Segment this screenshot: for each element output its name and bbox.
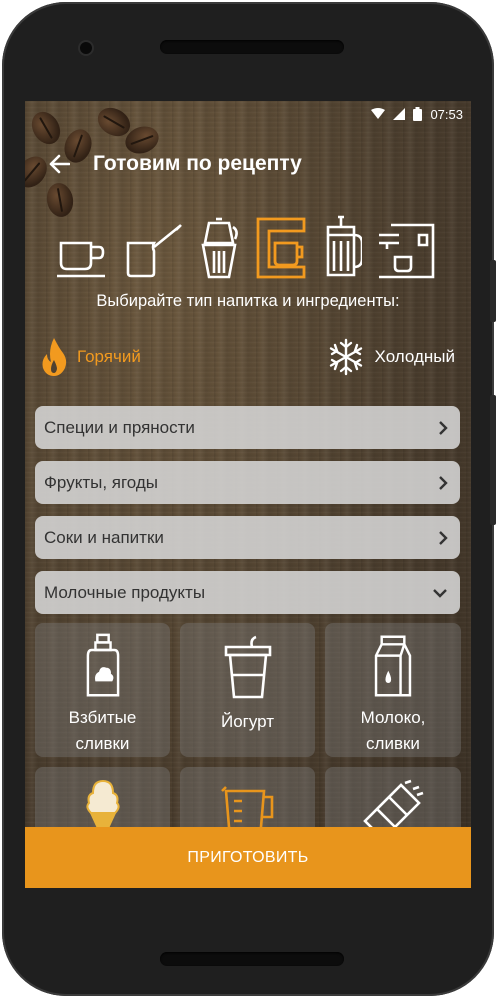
category-label: Соки и напитки	[44, 527, 164, 547]
category-spices[interactable]: Специи и пряности	[35, 406, 460, 449]
temperature-hot-option[interactable]: Горячий	[41, 338, 141, 376]
brew-method-espresso[interactable]	[377, 213, 437, 279]
ingredient-label: Молоко, сливки	[360, 708, 426, 753]
chevron-right-icon	[439, 530, 448, 545]
temperature-selector: Горячий Холодный	[41, 337, 455, 377]
drink-type-prompt: Выбирайте тип напитка и ингредиенты:	[96, 292, 400, 310]
bottom-speaker	[160, 952, 344, 966]
power-button	[490, 260, 496, 322]
whipped-cream-icon	[86, 633, 119, 697]
category-label: Фрукты, ягоды	[44, 472, 159, 492]
top-speaker	[160, 40, 344, 54]
category-fruits[interactable]: Фрукты, ягоды	[35, 461, 460, 504]
cup-icon	[57, 241, 105, 278]
moka-pot-icon	[201, 217, 239, 279]
wifi-icon	[371, 108, 386, 119]
cook-button[interactable]: ПРИГОТОВИТЬ	[25, 827, 471, 888]
cezve-icon	[126, 224, 183, 278]
app-screen: 07:53 Готовим по рецепту Выбирайте тип н…	[25, 101, 471, 888]
category-dairy[interactable]: Молочные продукты	[35, 571, 460, 614]
front-camera	[80, 42, 92, 54]
arrow-left-icon	[49, 154, 70, 174]
temperature-cold-option[interactable]: Холодный	[327, 338, 455, 376]
snowflake-icon	[329, 338, 362, 376]
brew-method-drip[interactable]	[255, 213, 307, 279]
ingredient-label: Взбитые сливки	[68, 708, 137, 753]
cold-label: Холодный	[374, 347, 455, 366]
hot-label: Горячий	[77, 347, 141, 366]
ingredient-tile-milk-cream[interactable]: Молоко, сливки	[325, 623, 461, 757]
signal-icon	[393, 108, 406, 120]
brew-method-cup[interactable]	[57, 213, 109, 279]
french-press-icon	[326, 215, 362, 277]
ingredient-category-list: Специи и пряности Фрукты, ягоды Соки и н…	[35, 406, 460, 626]
drip-coffee-maker-icon	[256, 217, 305, 279]
app-bar: Готовим по рецепту	[25, 139, 471, 189]
brew-method-french-press[interactable]	[322, 213, 362, 279]
chevron-right-icon	[439, 475, 448, 490]
status-time: 07:53	[430, 106, 463, 122]
brew-method-cezve[interactable]	[124, 213, 184, 279]
ingredient-tile-whipped-cream[interactable]: Взбитые сливки	[35, 623, 170, 757]
battery-icon	[413, 107, 423, 121]
volume-button	[490, 395, 496, 525]
page-title: Готовим по рецепту	[93, 152, 302, 175]
chevron-right-icon	[439, 420, 448, 435]
flame-icon	[42, 338, 67, 376]
category-juices[interactable]: Соки и напитки	[35, 516, 460, 559]
yogurt-icon	[224, 635, 271, 699]
back-button[interactable]	[31, 139, 87, 189]
espresso-machine-icon	[378, 223, 435, 279]
category-label: Молочные продукты	[44, 582, 206, 602]
ingredient-tile-yogurt[interactable]: Йогурт	[180, 623, 315, 757]
milk-carton-icon	[374, 635, 412, 697]
category-label: Специи и пряности	[44, 417, 195, 437]
brew-method-selector	[57, 213, 437, 279]
ingredient-label: Йогурт	[220, 712, 275, 731]
chevron-down-icon	[433, 588, 447, 598]
status-bar: 07:53	[25, 101, 471, 127]
brew-method-moka[interactable]	[199, 213, 239, 279]
